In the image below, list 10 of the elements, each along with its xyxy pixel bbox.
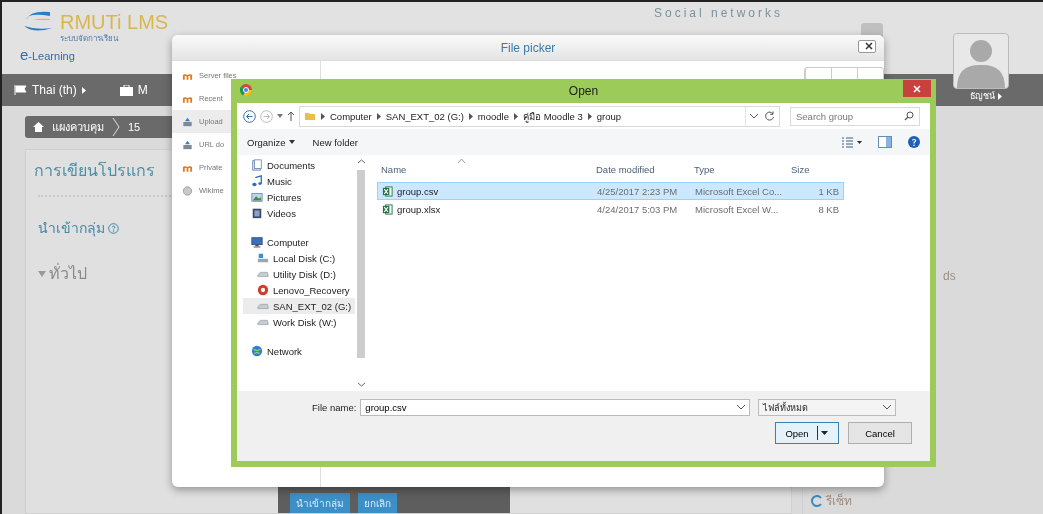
dialog-title: Open — [568, 84, 599, 98]
logo-tagline: e-Learning — [20, 46, 76, 63]
logo-subtitle: ระบบจัดการเรียน — [60, 33, 120, 45]
page-title: การเขียนโปรแกร — [34, 160, 155, 181]
dialog-title: File picker — [500, 40, 556, 55]
social-title: Social networks — [654, 6, 784, 20]
block-text: ds — [943, 269, 957, 283]
logo-title: RMUTi LMS — [60, 10, 169, 34]
section-heading: นำเข้ากลุ่ม — [38, 219, 105, 239]
field-label: File name: — [312, 402, 357, 413]
